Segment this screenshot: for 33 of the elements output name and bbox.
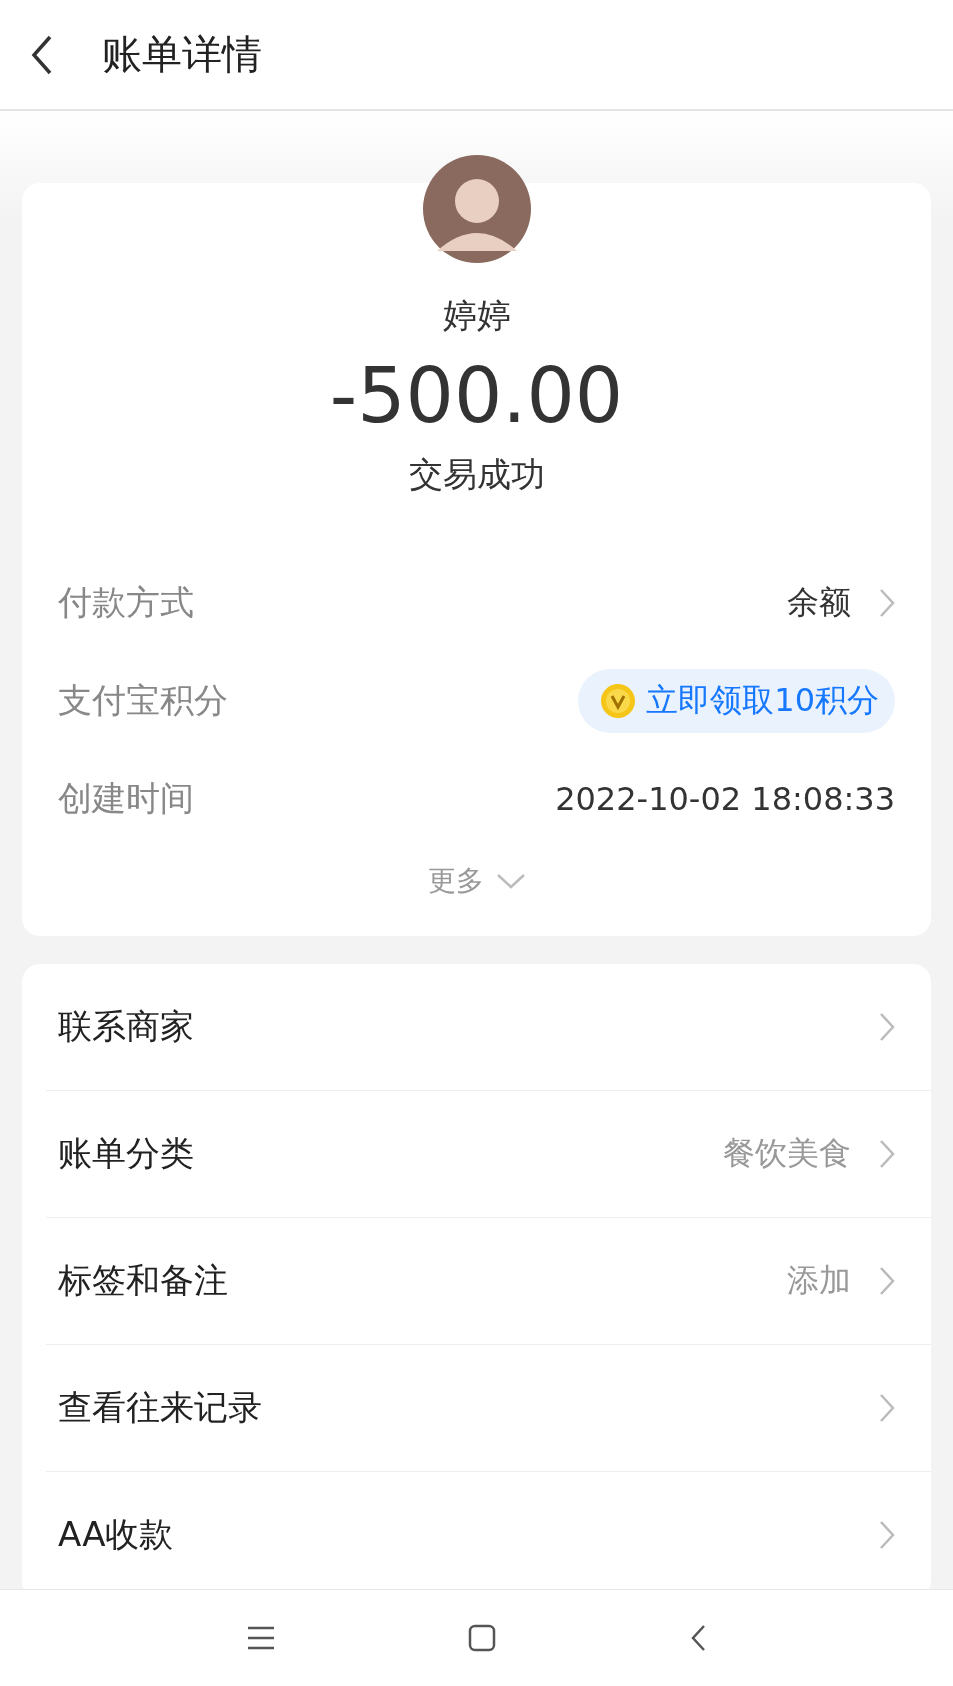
detail-value[interactable]: 余额 [787, 581, 851, 625]
coin-icon [600, 683, 637, 719]
back-icon[interactable] [30, 34, 54, 75]
payee-name: 婷婷 [441, 294, 512, 337]
row-label: 标签和备注 [58, 1259, 228, 1302]
menu-row[interactable]: 查看往来记录 [46, 1345, 931, 1472]
back-icon[interactable] [690, 1624, 707, 1652]
chevron-right-icon [879, 1266, 895, 1296]
row-value: 添加 [787, 1260, 851, 1301]
page-title: 账单详情 [102, 30, 262, 79]
menu-row[interactable]: 联系商家 [46, 964, 931, 1091]
points-button[interactable]: 立即领取10积分 [578, 669, 895, 733]
chevron-down-icon [495, 873, 526, 889]
chevron-right-icon [879, 1012, 895, 1042]
detail-label: 支付宝积分 [58, 679, 228, 722]
detail-label: 付款方式 [58, 581, 194, 624]
chevron-right-icon [879, 1520, 895, 1550]
row-label: 账单分类 [58, 1132, 194, 1175]
menu-row[interactable]: 标签和备注 添加 [46, 1218, 931, 1345]
row-label: 查看往来记录 [58, 1386, 262, 1429]
transaction-status: 交易成功 [407, 453, 546, 496]
menu-icon[interactable] [246, 1626, 275, 1650]
detail-value: 2022-10-02 18:08:33 [555, 780, 895, 818]
row-label: AA收款 [58, 1513, 174, 1556]
home-icon[interactable] [468, 1624, 497, 1652]
detail-label: 创建时间 [58, 777, 194, 820]
menu-row[interactable]: 账单分类 餐饮美食 [46, 1091, 931, 1218]
row-value: 餐饮美食 [723, 1133, 851, 1174]
chevron-right-icon [879, 588, 895, 618]
chevron-right-icon [879, 1393, 895, 1423]
chevron-right-icon [879, 1139, 895, 1169]
amount: -500.00 [328, 351, 625, 440]
row-label: 联系商家 [58, 1005, 194, 1048]
